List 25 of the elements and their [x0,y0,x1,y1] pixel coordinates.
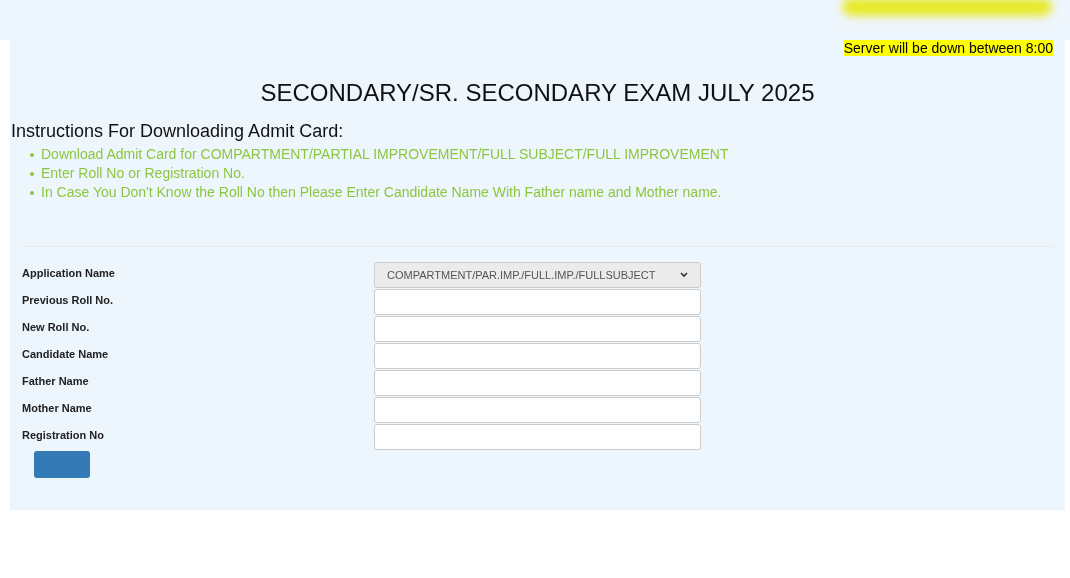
bullet-icon [30,171,34,176]
field-label: Mother Name [22,401,93,416]
field-label: Candidate Name [22,347,110,362]
field-label: Application Name [22,266,116,281]
field-label: Previous Roll No. [22,293,115,308]
field-label: Father Name [22,374,90,389]
input-field[interactable] [374,343,701,369]
instruction-text: In Case You Don't Know the Roll No then Please Enter Candidate Name With Father name and Mother name. [41,183,722,202]
application-select[interactable]: COMPARTMENT/PAR.IMP./FULL.IMP./FULLSUBJECT [374,262,701,288]
bullet-icon [30,190,34,195]
submit-button[interactable] [34,451,90,478]
field-label: New Roll No. [22,320,91,335]
page-title: SECONDARY/SR. SECONDARY EXAM JULY 2025 [259,79,816,107]
field-label: Registration No [22,428,105,443]
input-field[interactable] [374,316,701,342]
bullet-icon [30,152,34,157]
chevron-down-icon [680,272,688,278]
input-field[interactable] [374,370,701,396]
input-field[interactable] [374,424,701,450]
input-field[interactable] [374,397,701,423]
server-notice: Server will be down between 8:00 [843,40,1053,56]
input-field[interactable] [374,289,701,315]
instruction-text: Enter Roll No or Registration No. [41,164,245,183]
instructions-heading: Instructions For Downloading Admit Card: [11,120,345,142]
instruction-text: Download Admit Card for COMPARTMENT/PARTIAL IMPROVEMENT/FULL SUBJECT/FULL IMPROVEMENT [41,145,729,164]
